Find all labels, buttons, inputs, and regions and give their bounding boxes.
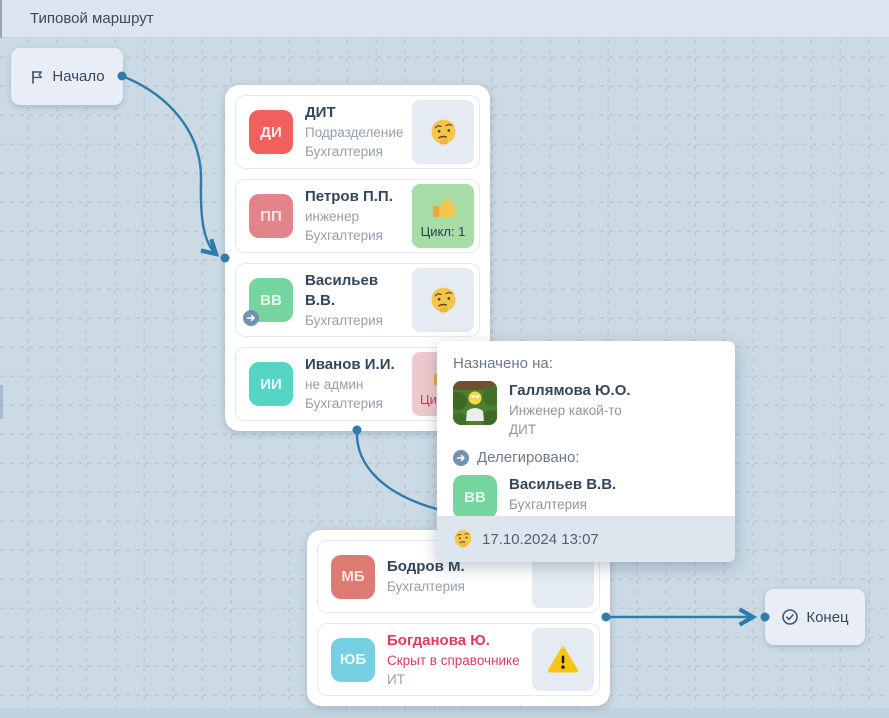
- delegate-name: Васильев В.В.: [509, 475, 616, 495]
- delegate-arrow-icon: [453, 450, 469, 466]
- avatar-initials: ДИ: [249, 110, 293, 154]
- delegate-arrow-icon: [243, 310, 259, 326]
- assigned-to-label: Назначено на:: [453, 354, 719, 374]
- step-title: Петров П.П.: [305, 187, 412, 207]
- bottom-canvas-band: [0, 708, 889, 718]
- panel-header: Типовой маршрут: [0, 0, 889, 38]
- assigned-person: Галлямова Ю.О. Инженер какой-то ДИТ: [453, 381, 719, 439]
- route-step-dit[interactable]: ДИ ДИТ Подразделение Бухгалтерия: [235, 95, 480, 169]
- assigned-avatar-photo: [453, 381, 497, 425]
- status-panel: [412, 100, 474, 164]
- step-role: инженер: [305, 207, 412, 226]
- route-step-petrov[interactable]: ПП Петров П.П. инженер Бухгалтерия Цикл:…: [235, 179, 480, 253]
- thinking-emoji-icon: [429, 118, 458, 147]
- check-circle-icon: [781, 608, 799, 626]
- step-department: Бухгалтерия: [305, 311, 412, 330]
- end-node[interactable]: Конец: [765, 589, 865, 645]
- assignment-tooltip: Назначено на: Галлямова Ю.О. Инженер как…: [437, 341, 735, 562]
- thumbs-up-icon: [429, 193, 458, 222]
- delegated-label: Делегировано:: [477, 448, 580, 468]
- end-node-label: Конец: [806, 609, 848, 626]
- route-step-bogdanova[interactable]: ЮБ Богданова Ю. Скрыт в справочнике ИТ: [317, 623, 600, 696]
- start-node-label: Начало: [52, 68, 104, 85]
- status-panel: [412, 268, 474, 332]
- delegate-avatar-initials: ВВ: [453, 475, 497, 519]
- panel-edge: [0, 0, 2, 38]
- step-department: ИТ: [387, 670, 532, 689]
- step-title: Иванов И.И.: [305, 355, 412, 375]
- step-department: Бухгалтерия: [305, 226, 412, 245]
- flag-icon: [29, 69, 45, 85]
- step-department: Бухгалтерия: [387, 577, 532, 596]
- assigned-department: ДИТ: [509, 420, 631, 439]
- avatar-initials: ЮБ: [331, 638, 375, 682]
- thinking-emoji-icon: [429, 286, 458, 315]
- thinking-emoji-icon: [453, 529, 473, 549]
- cycle-badge: Ци: [420, 392, 437, 407]
- status-timestamp: 17.10.2024 13:07: [482, 531, 599, 548]
- delegate-department: Бухгалтерия: [509, 495, 616, 514]
- step-department: Бухгалтерия: [305, 142, 412, 161]
- step-warning-text: Скрыт в справочнике: [387, 651, 532, 670]
- avatar-initials: ПП: [249, 194, 293, 238]
- assigned-role: Инженер какой-то: [509, 401, 631, 420]
- cycle-badge: Цикл: 1: [421, 224, 466, 239]
- delegate-person: ВВ Васильев В.В. Бухгалтерия: [453, 475, 719, 519]
- route-step-vasilev[interactable]: ВВ Васильев В.В. Бухгалтерия: [235, 263, 480, 337]
- status-panel-approved: Цикл: 1: [412, 184, 474, 248]
- status-panel-warning: [532, 628, 594, 691]
- start-node[interactable]: Начало: [11, 48, 123, 105]
- step-title: ДИТ: [305, 103, 412, 123]
- route-canvas[interactable]: Типовой маршрут Начало ДИ ДИТ Подразделе…: [0, 0, 889, 718]
- step-role: не админ: [305, 375, 412, 394]
- step-title: Васильев В.В.: [305, 271, 412, 311]
- panel-title: Типовой маршрут: [30, 10, 154, 27]
- avatar-initials: МБ: [331, 555, 375, 599]
- assigned-name: Галлямова Ю.О.: [509, 381, 631, 401]
- avatar-initials: ИИ: [249, 362, 293, 406]
- tooltip-status-footer: 17.10.2024 13:07: [437, 516, 735, 562]
- warning-icon: [547, 644, 579, 676]
- step-role: Подразделение: [305, 123, 412, 142]
- step-department: Бухгалтерия: [305, 394, 412, 413]
- left-scrollbar-thumb[interactable]: [0, 385, 3, 419]
- step-title: Богданова Ю.: [387, 631, 532, 651]
